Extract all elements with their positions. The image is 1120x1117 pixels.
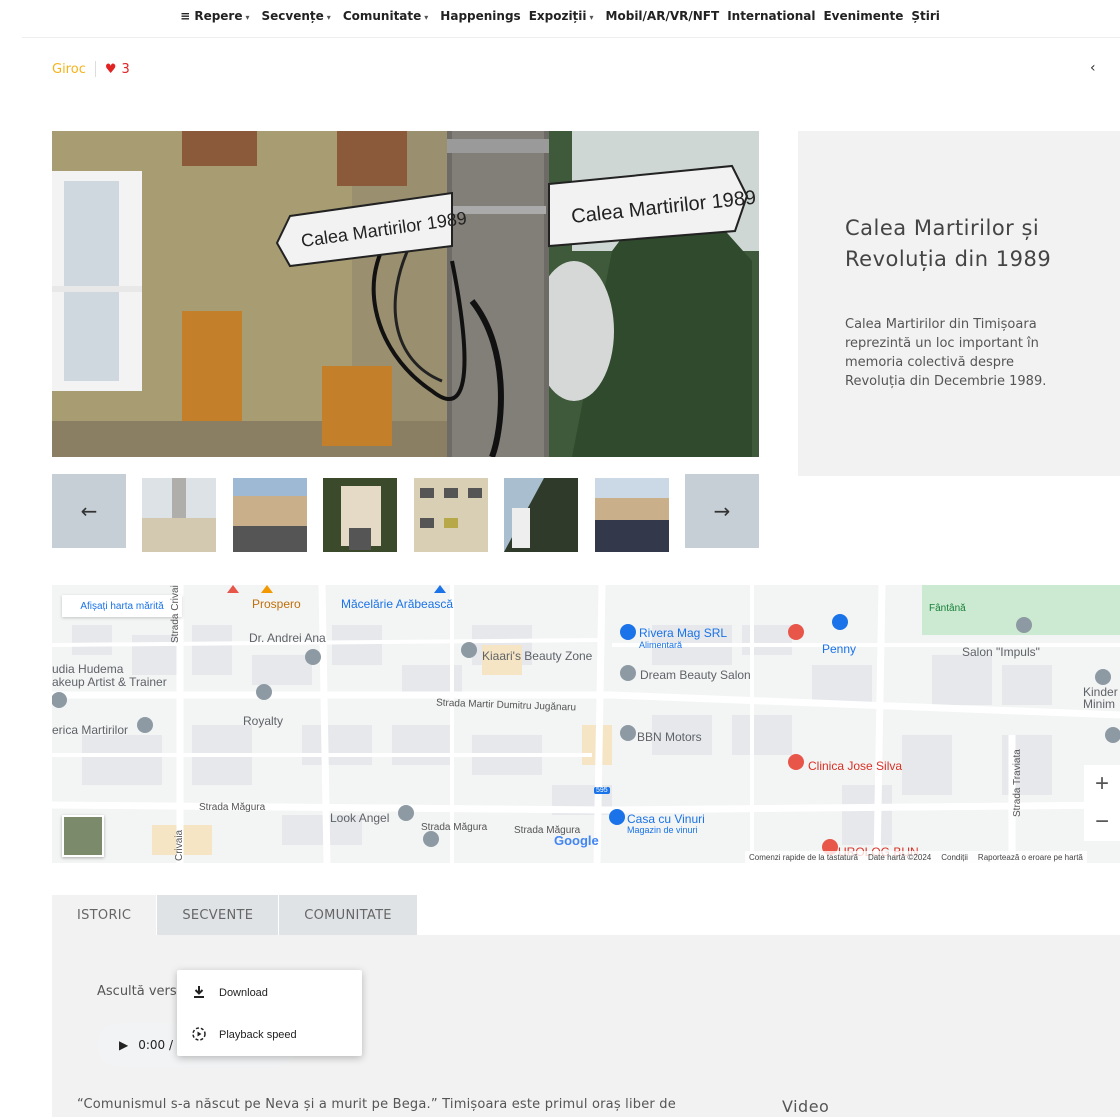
- nav-item-evenimente[interactable]: Evenimente: [823, 9, 903, 23]
- map-label[interactable]: Royalty: [243, 714, 283, 728]
- google-logo: Google: [554, 833, 599, 848]
- map-label[interactable]: Salon "Impuls": [962, 645, 1040, 659]
- info-box: Calea Martirilor și Revoluția din 1989 C…: [798, 131, 1120, 476]
- divider: [22, 37, 1120, 38]
- street-label: Strada Crivaia: [170, 585, 181, 643]
- nav-item-secvente[interactable]: Secvențe ▾: [262, 9, 335, 23]
- audio-time: 0:00 /: [138, 1038, 174, 1052]
- map-label[interactable]: Fântână: [929, 603, 966, 614]
- playback-speed-menu-item[interactable]: Playback speed: [177, 1017, 362, 1053]
- thumbnail-1[interactable]: [142, 478, 216, 552]
- likes-count: 3: [121, 61, 130, 77]
- chevron-down-icon: ▾: [589, 13, 594, 22]
- map-data-credit: Date hartă ©2024: [867, 852, 932, 862]
- map-label[interactable]: Măcelărie Arăbească: [341, 597, 453, 611]
- street-label: Strada Măgura: [421, 822, 488, 833]
- video-heading: Video: [782, 1097, 830, 1116]
- thumbnail-4[interactable]: [414, 478, 488, 552]
- satellite-toggle[interactable]: [62, 815, 104, 857]
- download-icon: [191, 985, 207, 1001]
- nav-item-happenings[interactable]: Happenings: [440, 9, 520, 23]
- chevron-down-icon: ▾: [424, 13, 429, 22]
- nav-item-expozitii[interactable]: Expoziții ▾: [529, 9, 598, 23]
- playback-speed-icon: [191, 1026, 207, 1044]
- gallery-next-button[interactable]: →: [685, 474, 759, 548]
- map-base: [52, 585, 1120, 863]
- map-label[interactable]: Clinica Jose Silva: [808, 759, 902, 773]
- history-text: “Comunismul s-a născut pe Neva și a muri…: [77, 1097, 676, 1112]
- nav-item-stiri[interactable]: Știri: [911, 9, 940, 23]
- map-label[interactable]: BBN Motors: [637, 730, 702, 744]
- map-label[interactable]: erica Martirilor: [52, 723, 128, 737]
- report-error-link[interactable]: Raportează o eroare pe hartă: [978, 853, 1083, 862]
- road-number-badge: 595: [594, 787, 610, 794]
- street-label: Strada Traviata: [1012, 749, 1023, 817]
- play-icon[interactable]: ▶: [119, 1038, 128, 1052]
- thumbnail-2[interactable]: [233, 478, 307, 552]
- place-description: Calea Martirilor din Timișoara reprezint…: [845, 317, 1047, 389]
- map-label[interactable]: udia Hudema: [52, 662, 123, 676]
- download-menu-item[interactable]: Download: [177, 975, 362, 1011]
- tab-comunitate[interactable]: COMUNITATE: [279, 895, 417, 935]
- main-nav: ≡ Repere ▾ Secvențe ▾ Comunitate ▾ Happenin…: [0, 0, 1120, 32]
- zoom-out-button[interactable]: −: [1084, 803, 1120, 841]
- map-label[interactable]: Casa cu Vinuri: [627, 812, 705, 826]
- nav-item-international[interactable]: International: [727, 9, 815, 23]
- keyboard-shortcuts-link[interactable]: Comenzi rapide de la tastatură: [749, 853, 858, 862]
- map-label[interactable]: Dr. Andrei Ana: [249, 631, 326, 645]
- map-label[interactable]: Prospero: [252, 597, 301, 611]
- street-label: Strada Măgura: [199, 802, 266, 813]
- map-label: Magazin de vinuri: [627, 825, 698, 835]
- chevron-down-icon: ▾: [245, 13, 250, 22]
- map-label: Minim: [1083, 697, 1115, 711]
- map-label[interactable]: Penny: [822, 642, 856, 656]
- nav-item-comunitate[interactable]: Comunitate ▾: [343, 9, 432, 23]
- audio-options-menu: Download Playback speed: [177, 970, 362, 1056]
- thumbnail-5[interactable]: [504, 478, 578, 552]
- listen-label: Ascultă vers: [97, 984, 177, 999]
- tab-istoric[interactable]: ISTORIC: [52, 895, 157, 935]
- map-label[interactable]: Rivera Mag SRL: [639, 626, 727, 640]
- map-label: Alimentară: [639, 640, 683, 650]
- location-link[interactable]: Giroc: [52, 62, 86, 77]
- street-label: Crivaia: [174, 829, 185, 861]
- map-label[interactable]: Look Angel: [330, 811, 389, 825]
- download-label: Download: [219, 987, 268, 999]
- map[interactable]: Afișați harta mărită Prospero Măcelărie …: [52, 585, 1120, 863]
- place-title: Calea Martirilor și Revoluția din 1989: [845, 216, 1052, 271]
- hero-image: Calea Martirilor 1989 Calea Martirilor 1…: [52, 131, 759, 457]
- playback-speed-label: Playback speed: [219, 1029, 297, 1041]
- nav-item-repere[interactable]: ≡ Repere ▾: [180, 9, 253, 23]
- thumbnail-gallery: ← →: [52, 474, 759, 552]
- gallery-prev-button[interactable]: ←: [52, 474, 126, 548]
- tab-secvente[interactable]: SECVENTE: [157, 895, 279, 935]
- content-tabs: ISTORIC SECVENTE COMUNITATE: [52, 895, 417, 935]
- zoom-in-button[interactable]: +: [1084, 765, 1120, 803]
- map-label[interactable]: Kiaari's Beauty Zone: [482, 649, 592, 663]
- enlarge-map-link[interactable]: Afișați harta mărită: [62, 595, 182, 617]
- terms-link[interactable]: Condiții: [941, 853, 968, 862]
- map-footer: Comenzi rapide de la tastatură Date hart…: [745, 851, 1087, 863]
- divider: [94, 61, 96, 77]
- nav-item-mobil[interactable]: Mobil/AR/VR/NFT: [606, 9, 720, 23]
- heart-icon[interactable]: ♥: [105, 62, 117, 77]
- chevron-down-icon: ▾: [326, 13, 331, 22]
- map-label[interactable]: Dream Beauty Salon: [640, 668, 751, 682]
- thumbnail-6[interactable]: [595, 478, 669, 552]
- thumbnail-3[interactable]: [323, 478, 397, 552]
- breadcrumb: Giroc ♥ 3: [52, 61, 130, 77]
- map-label: akeup Artist & Trainer: [52, 675, 167, 689]
- previous-item-button[interactable]: ‹: [1090, 60, 1096, 76]
